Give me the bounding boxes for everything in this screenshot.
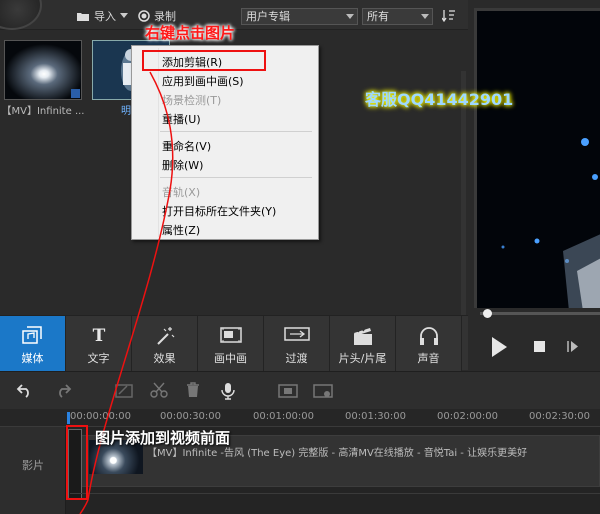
chevron-down-icon (421, 14, 429, 19)
album-select[interactable]: 用户专辑 (241, 8, 358, 25)
watermark-text: 客服QQ41442901 (365, 90, 514, 109)
video-editor-window: 导入 录制 用户专辑 所有 【MV】Infinite ... 媒体 T 文字 效… (0, 0, 600, 514)
menu-separator (160, 131, 312, 132)
pip-icon (219, 327, 242, 343)
media-scrollbar[interactable] (461, 71, 466, 341)
menu-item-scene-detect[interactable]: 场景检测(T) (162, 92, 221, 108)
menu-separator (160, 177, 312, 178)
playback-controls (474, 309, 600, 374)
progress-handle[interactable] (483, 309, 492, 318)
delete-icon[interactable] (185, 382, 201, 398)
svg-text:T: T (92, 326, 105, 344)
transition-icon (283, 327, 310, 341)
video-badge-icon (71, 89, 80, 98)
headphones-icon (419, 327, 438, 345)
menu-gutter (158, 48, 159, 237)
menu-item-open-folder[interactable]: 打开目标所在文件夹(Y) (162, 203, 276, 219)
tab-effects[interactable]: 效果 (132, 316, 198, 371)
undo-icon[interactable] (16, 382, 34, 398)
chevron-down-icon (346, 14, 354, 19)
tab-label: 媒体 (21, 352, 44, 365)
ruler-tick-label: 00:01:00:00 (253, 411, 315, 422)
track-divider (70, 493, 600, 494)
sort-icon[interactable] (442, 10, 456, 22)
annotation-add-front: 图片添加到视频前面 (95, 429, 231, 447)
tab-text[interactable]: T 文字 (66, 316, 132, 371)
ruler-tick-label: 00:00:00:00 (70, 411, 132, 422)
album-select-value: 用户专辑 (246, 10, 290, 23)
media-icon (21, 326, 42, 344)
tab-transition[interactable]: 过渡 (264, 316, 330, 371)
playback-progress[interactable] (480, 309, 600, 318)
menu-item-apply-pip[interactable]: 应用到画中画(S) (162, 73, 244, 89)
settings-icon[interactable] (313, 382, 333, 398)
play-icon[interactable] (490, 336, 508, 358)
tab-label: 画中画 (214, 352, 247, 365)
tool-tabs: 媒体 T 文字 效果 画中画 过渡 片头/片尾 声音 (0, 315, 468, 371)
folder-icon (77, 13, 89, 21)
timeline-ruler[interactable]: 00:00:00:00 00:00:30:00 00:01:00:00 00:0… (0, 409, 600, 427)
menu-item-properties[interactable]: 属性(Z) (162, 222, 200, 238)
context-menu: 添加剪辑(R) 应用到画中画(S) 场景检测(T) 重播(U) 重命名(V) 删… (131, 45, 319, 240)
tab-label: 声音 (417, 352, 440, 365)
video-thumbnail (5, 41, 81, 99)
highlight-box-menu (142, 50, 266, 71)
preview-screen (474, 8, 600, 308)
effects-icon (156, 327, 174, 345)
tab-label: 过渡 (285, 352, 308, 365)
tab-intro-outro[interactable]: 片头/片尾 (330, 316, 396, 371)
import-button[interactable]: 导入 (76, 8, 128, 24)
track-header: 影片 (0, 427, 66, 514)
record-icon (138, 10, 150, 22)
clapper-icon (353, 327, 372, 345)
ruler-tick-label: 00:02:30:00 (529, 411, 591, 422)
menu-item-delete[interactable]: 删除(W) (162, 157, 203, 173)
ruler-tick-label: 00:02:00:00 (437, 411, 499, 422)
tab-pip[interactable]: 画中画 (198, 316, 264, 371)
media-label: 【MV】Infinite ... (1, 106, 85, 117)
ruler-tick-label: 00:01:30:00 (345, 411, 407, 422)
next-frame-icon[interactable] (567, 340, 579, 353)
stop-icon[interactable] (534, 341, 546, 353)
preview-frame (477, 11, 600, 308)
filter-select[interactable]: 所有 (362, 8, 433, 25)
edit-clip-icon[interactable] (115, 382, 133, 398)
redo-icon[interactable] (54, 382, 72, 398)
text-icon: T (92, 326, 105, 344)
menu-item-replay[interactable]: 重播(U) (162, 111, 201, 127)
app-logo[interactable] (0, 0, 42, 30)
timeline-toolbar (0, 371, 600, 409)
playhead-marker[interactable] (67, 412, 70, 424)
track-label: 影片 (22, 459, 44, 472)
scissors-icon[interactable] (150, 382, 168, 398)
chevron-down-icon (120, 13, 128, 18)
ruler-tick-label: 00:00:30:00 (160, 411, 222, 422)
snapshot-icon[interactable] (278, 382, 298, 398)
tab-media[interactable]: 媒体 (0, 316, 66, 371)
media-thumb-video[interactable] (4, 40, 82, 100)
annotation-right-click: 右键点击图片 (145, 24, 236, 42)
import-label: 导入 (94, 10, 116, 23)
tab-sound[interactable]: 声音 (396, 316, 462, 371)
menu-item-audio-track[interactable]: 音轨(X) (162, 184, 200, 200)
tab-label: 文字 (87, 352, 110, 365)
microphone-icon[interactable] (220, 382, 236, 400)
filter-select-value: 所有 (367, 10, 389, 23)
highlight-box-clip (66, 425, 88, 500)
tab-label: 效果 (153, 352, 176, 365)
menu-item-rename[interactable]: 重命名(V) (162, 138, 211, 154)
tab-label: 片头/片尾 (338, 352, 387, 365)
